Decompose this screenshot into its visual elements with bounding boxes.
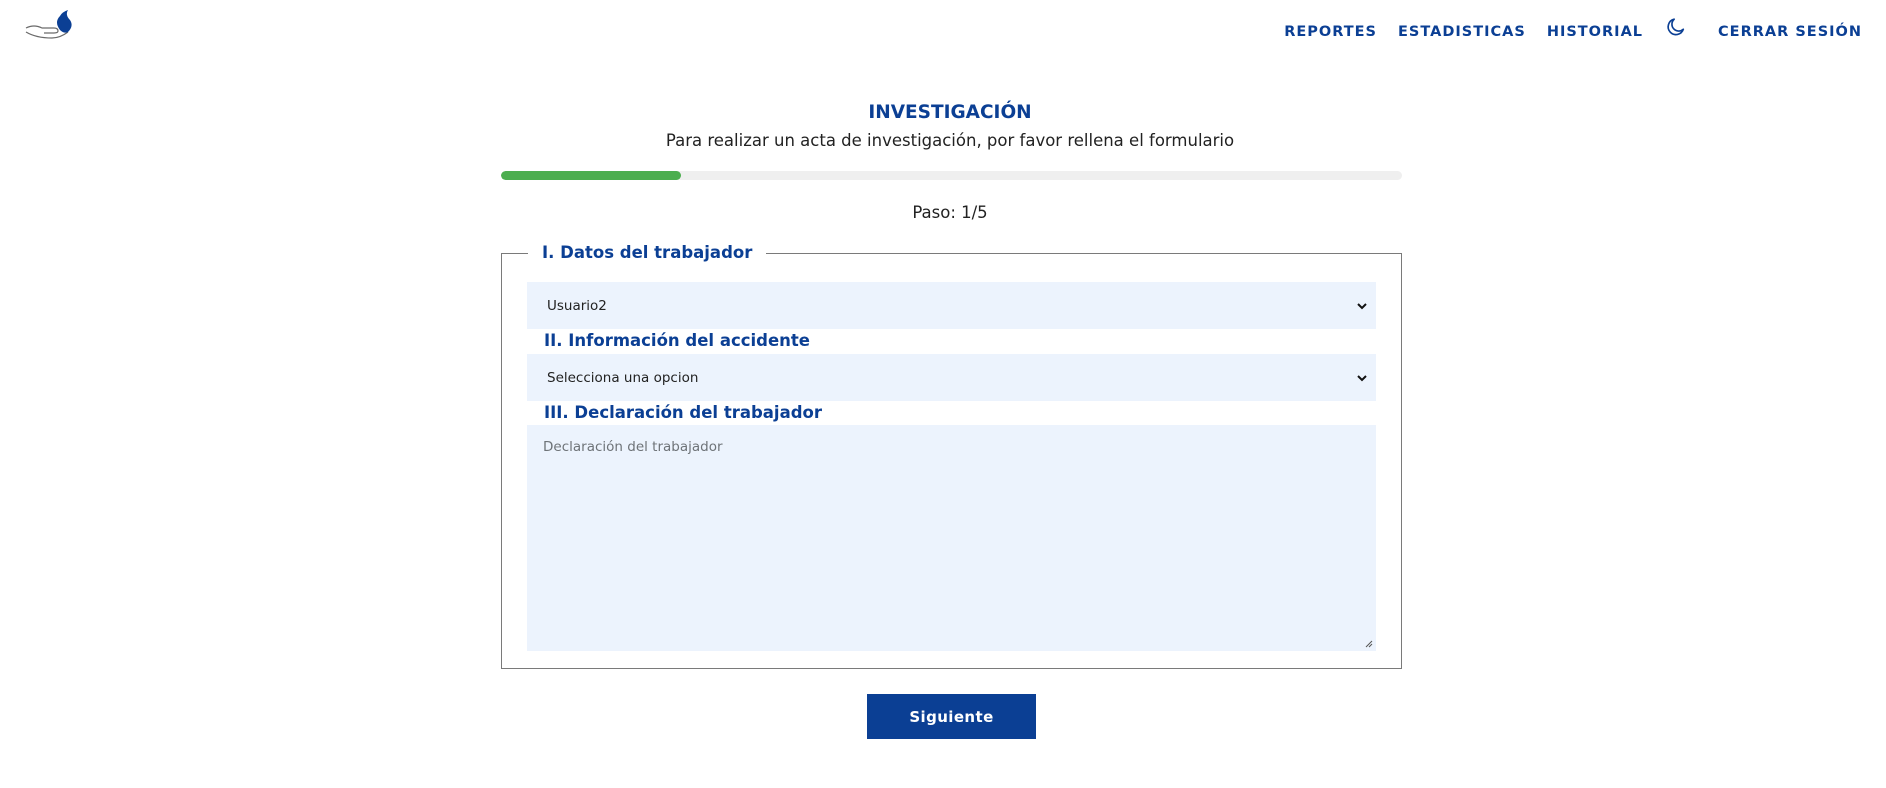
page-title: INVESTIGACIÓN — [868, 102, 1032, 123]
section2-label: II. Información del accidente — [544, 331, 810, 350]
declaration-placeholder: Declaración del trabajador — [543, 439, 723, 455]
section3-label: III. Declaración del trabajador — [544, 403, 823, 422]
next-button[interactable]: Siguiente — [867, 694, 1036, 739]
moon-icon[interactable] — [1664, 15, 1688, 39]
step-indicator: Paso: 1/5 — [912, 203, 988, 222]
accident-select-value: Selecciona una opcion — [547, 369, 699, 386]
chevron-down-icon — [1357, 374, 1367, 381]
section1-legend: I. Datos del trabajador — [528, 243, 767, 263]
nav-historial[interactable]: HISTORIAL — [1547, 24, 1643, 40]
progress-fill — [501, 171, 682, 180]
chevron-down-icon — [1357, 302, 1367, 309]
nav-reportes[interactable]: REPORTES — [1284, 24, 1377, 40]
progress-bar — [501, 171, 1402, 180]
worker-select-value: Usuario2 — [547, 297, 607, 314]
page-subtitle: Para realizar un acta de investigación, … — [665, 131, 1235, 150]
logout-link[interactable]: CERRAR SESIÓN — [1718, 24, 1862, 40]
resize-handle-icon[interactable] — [1363, 638, 1373, 648]
investigation-form: I. Datos del trabajador Usuario2 II. Inf… — [501, 243, 1402, 669]
declaration-textarea[interactable]: Declaración del trabajador — [527, 425, 1376, 651]
top-nav: REPORTES ESTADISTICAS HISTORIAL CERRAR S… — [1284, 0, 1886, 64]
logo-icon[interactable] — [24, 6, 74, 42]
worker-select[interactable]: Usuario2 — [527, 282, 1376, 329]
nav-estadisticas[interactable]: ESTADISTICAS — [1398, 24, 1526, 40]
accident-select[interactable]: Selecciona una opcion — [527, 354, 1376, 401]
